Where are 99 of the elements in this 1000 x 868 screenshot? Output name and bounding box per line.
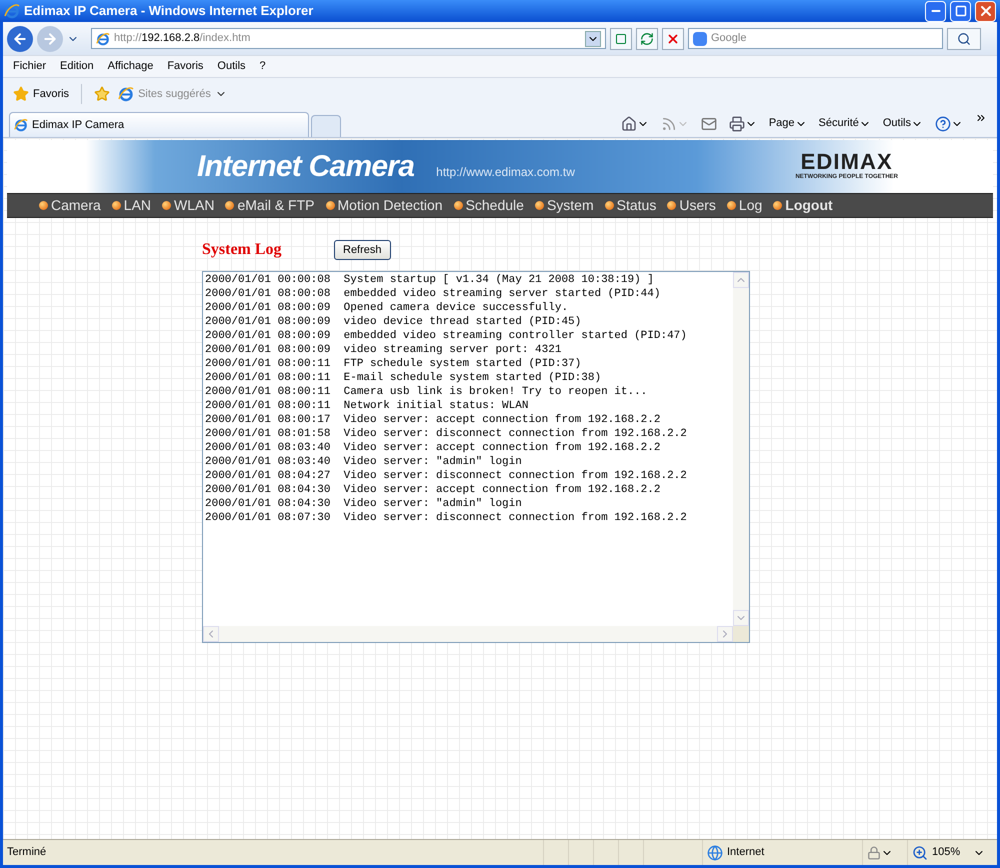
- home-button[interactable]: [620, 116, 649, 132]
- globe-icon: [707, 844, 723, 860]
- bullet-icon: [112, 201, 121, 210]
- log-line: 2000/01/01 08:00:09 embedded video streaming controller started (PID:47): [205, 329, 687, 343]
- command-menu[interactable]: Sécurité: [818, 115, 871, 132]
- menu-item[interactable]: Favoris: [167, 58, 204, 75]
- nav-link[interactable]: WLAN: [162, 195, 214, 216]
- mail-icon[interactable]: [700, 116, 717, 132]
- nav-link[interactable]: Users: [667, 195, 716, 216]
- nav-link[interactable]: System: [534, 195, 594, 216]
- bullet-icon: [773, 201, 782, 210]
- help-button[interactable]: [935, 116, 963, 132]
- log-line: 2000/01/01 08:00:11 E-mail schedule system started (PID:38): [205, 371, 602, 385]
- favorites-button[interactable]: Favoris: [13, 86, 70, 102]
- log-line: 2000/01/01 08:00:17 Video server: accept connection from 192.168.2.2: [205, 413, 660, 427]
- address-dropdown-button[interactable]: [585, 30, 601, 46]
- menu-item[interactable]: Fichier: [13, 58, 46, 75]
- bullet-icon: [726, 201, 736, 210]
- refresh-icon: [640, 32, 654, 46]
- address-field[interactable]: http://192.168.2.8/index.htm: [91, 28, 606, 49]
- bullet-icon: [162, 201, 172, 210]
- nav-link[interactable]: Schedule: [454, 195, 524, 216]
- log-line: 2000/01/01 08:07:30 Video server: disconnect connection from 192.168.2.2: [205, 511, 687, 525]
- address-url: http://192.168.2.8/index.htm: [114, 31, 252, 46]
- brand-logo: EDIMAX: [800, 151, 893, 173]
- log-line: 2000/01/01 00:00:08 System startup [ v1.34 (May 21 2008 10:38:19) ]: [205, 273, 654, 287]
- bullet-icon: [225, 201, 234, 210]
- maximize-button[interactable]: [950, 0, 971, 22]
- browser-tab[interactable]: Edimax IP Camera: [9, 112, 309, 137]
- search-icon: [957, 32, 971, 46]
- minimize-button[interactable]: [925, 0, 946, 22]
- forward-arrow-icon: [42, 30, 58, 46]
- home-icon: [620, 116, 637, 132]
- bullet-icon: [604, 201, 614, 210]
- refresh-button[interactable]: [636, 28, 658, 50]
- log-line: 2000/01/01 08:01:58 Video server: disconnect connection from 192.168.2.2: [205, 427, 687, 441]
- print-button[interactable]: [728, 116, 757, 132]
- log-line: 2000/01/01 08:00:09 video streaming server port: 4321: [205, 343, 562, 357]
- search-button[interactable]: [947, 28, 981, 50]
- refresh-log-button[interactable]: Refresh: [334, 240, 391, 260]
- status-text: Terminé: [6, 845, 48, 860]
- log-line: 2000/01/01 08:00:11 FTP schedule system started (PID:37): [205, 357, 582, 371]
- help-icon: [935, 116, 951, 132]
- log-line: 2000/01/01 08:00:11 Camera usb link is broken! Try to reopen it...: [205, 385, 648, 399]
- command-menu[interactable]: Outils: [882, 115, 923, 132]
- nav-link[interactable]: Logout: [773, 195, 833, 216]
- nav-link[interactable]: eMail & FTP: [225, 195, 314, 216]
- bullet-icon: [326, 201, 334, 210]
- banner-title: Internet Camera: [197, 149, 414, 185]
- star-icon: [13, 86, 29, 102]
- command-menu[interactable]: Page: [768, 115, 807, 132]
- window-title: Edimax IP Camera - Windows Internet Explorer: [24, 2, 314, 20]
- menu-item[interactable]: ?: [260, 58, 266, 75]
- search-input[interactable]: Google: [711, 30, 938, 47]
- log-line: 2000/01/01 08:04:27 Video server: disconnect connection from 192.168.2.2: [205, 469, 687, 483]
- bullet-icon: [667, 201, 676, 210]
- stop-button[interactable]: [662, 28, 684, 50]
- bullet-icon: [534, 201, 544, 210]
- zoom-icon: [912, 844, 928, 860]
- browser-logo-icon: [14, 118, 28, 132]
- nav-link[interactable]: Motion Detection: [326, 195, 443, 216]
- search-field[interactable]: Google: [688, 28, 943, 49]
- search-engine-icon: [693, 32, 707, 46]
- bullet-icon: [454, 201, 463, 210]
- close-icon: [666, 32, 680, 46]
- zoom-button[interactable]: 105%: [907, 840, 997, 865]
- menu-item[interactable]: Affichage: [108, 58, 154, 75]
- log-line: 2000/01/01 08:00:11 Network initial status: WLAN: [205, 399, 528, 413]
- feed-icon: [660, 116, 677, 132]
- log-line: 2000/01/01 08:00:08 embedded video streaming server started (PID:44): [205, 287, 660, 301]
- log-line: 2000/01/01 08:00:09 video device thread started (PID:45): [205, 315, 582, 329]
- log-textarea[interactable]: [202, 271, 750, 643]
- compatibility-button[interactable]: [610, 28, 632, 50]
- nav-link[interactable]: Status: [604, 195, 656, 216]
- bullet-icon: [39, 201, 48, 210]
- nav-link[interactable]: Camera: [39, 195, 101, 216]
- log-line: 2000/01/01 08:04:30 Video server: accept connection from 192.168.2.2: [205, 483, 660, 497]
- log-line: 2000/01/01 08:04:30 Video server: "admin" login: [205, 497, 522, 511]
- log-line: 2000/01/01 08:00:09 Opened camera device successfully.: [205, 301, 568, 315]
- browser-logo-icon: [96, 32, 110, 46]
- page-title: System Log: [202, 240, 283, 260]
- banner-url: http://www.edimax.com.tw: [436, 164, 575, 180]
- browser-logo-icon: [118, 86, 134, 102]
- menu-item[interactable]: Edition: [60, 58, 94, 75]
- menu-item[interactable]: Outils: [217, 58, 246, 75]
- maximize-icon: [954, 5, 966, 17]
- page-icon: [615, 32, 627, 44]
- nav-link[interactable]: Log: [726, 195, 762, 216]
- log-line: 2000/01/01 08:03:40 Video server: accept connection from 192.168.2.2: [205, 441, 660, 455]
- printer-icon: [728, 116, 745, 132]
- nav-link[interactable]: LAN: [112, 195, 152, 216]
- back-button[interactable]: [7, 26, 33, 52]
- scrollbar-corner: [733, 626, 749, 642]
- feeds-button[interactable]: [660, 116, 689, 132]
- log-line: 2000/01/01 08:03:40 Video server: "admin" login: [205, 455, 522, 469]
- close-button[interactable]: [975, 0, 996, 22]
- browser-logo-icon: [4, 3, 20, 19]
- security-zone: Internet: [702, 840, 862, 865]
- lock-icon: [867, 846, 881, 860]
